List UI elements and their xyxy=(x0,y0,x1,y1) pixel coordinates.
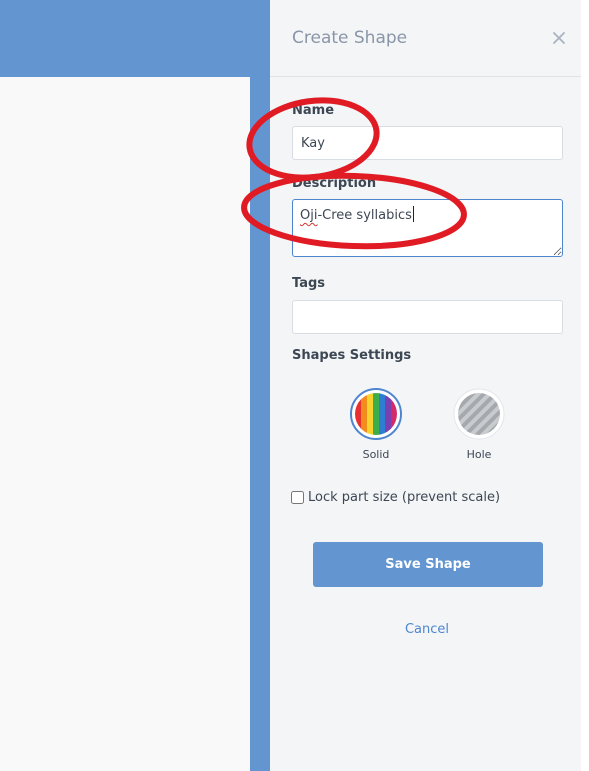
lock-part-size-row[interactable]: Lock part size (prevent scale) xyxy=(291,490,500,505)
panel-header: Create Shape xyxy=(270,0,581,77)
create-shape-panel: Create Shape Name Description Oji-Cree s… xyxy=(270,0,581,771)
lock-part-size-checkbox[interactable] xyxy=(291,491,304,504)
striped-hole-icon xyxy=(458,393,500,435)
workplane-canvas[interactable] xyxy=(0,77,250,771)
hole-label: Hole xyxy=(466,448,492,461)
solid-option[interactable] xyxy=(350,388,402,440)
app-root: Create Shape Name Description Oji-Cree s… xyxy=(0,0,589,771)
save-shape-button[interactable]: Save Shape xyxy=(313,542,543,587)
shapes-settings-label: Shapes Settings xyxy=(292,348,412,363)
panel-title: Create Shape xyxy=(292,28,408,48)
solid-label: Solid xyxy=(362,448,390,461)
tags-label: Tags xyxy=(292,276,326,291)
close-icon[interactable] xyxy=(551,30,567,46)
name-label: Name xyxy=(292,103,335,118)
name-input[interactable] xyxy=(292,126,563,160)
lock-part-size-label: Lock part size (prevent scale) xyxy=(308,490,501,505)
description-textarea[interactable] xyxy=(292,199,563,257)
cancel-link[interactable]: Cancel xyxy=(270,622,584,637)
tags-input[interactable] xyxy=(292,300,563,334)
app-header-bar xyxy=(0,0,270,77)
panel-divider xyxy=(250,77,270,771)
hole-option[interactable] xyxy=(453,388,505,440)
description-label: Description xyxy=(292,176,377,191)
